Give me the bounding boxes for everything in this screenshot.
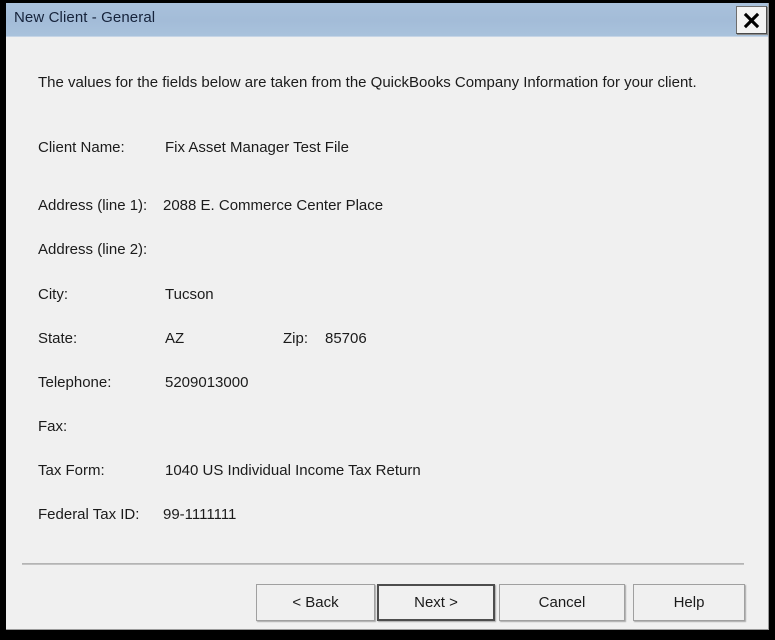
field-row-telephone: Telephone: 5209013000 [38, 374, 738, 394]
label-client-name: Client Name: [38, 139, 125, 156]
field-row-client-name: Client Name: Fix Asset Manager Test File [38, 139, 738, 159]
label-address-line-2: Address (line 2): [38, 241, 148, 258]
value-address-line-1: 2088 E. Commerce Center Place [163, 197, 384, 214]
dialog-titlebar[interactable]: New Client - General [6, 3, 768, 37]
close-icon [737, 7, 766, 33]
back-button[interactable]: < Back [256, 584, 375, 621]
value-federal-tax-id: 99-1111111 [163, 506, 237, 523]
label-state: State: [38, 330, 78, 347]
dialog-content: The values for the fields below are take… [6, 37, 768, 629]
label-zip: Zip: [283, 330, 309, 347]
field-row-fax: Fax: [38, 418, 738, 438]
help-button[interactable]: Help [633, 584, 745, 621]
field-row-address-line-1: Address (line 1): 2088 E. Commerce Cente… [38, 197, 738, 217]
field-row-city: City: Tucson [38, 286, 738, 306]
horizontal-separator [22, 563, 744, 565]
label-city: City: [38, 286, 68, 303]
value-city: Tucson [165, 286, 214, 303]
value-state: AZ [165, 330, 185, 347]
close-button[interactable] [736, 6, 767, 34]
value-zip: 85706 [325, 330, 367, 347]
field-row-address-line-2: Address (line 2): [38, 241, 738, 261]
next-button[interactable]: Next > [377, 584, 495, 621]
value-client-name: Fix Asset Manager Test File [165, 139, 349, 156]
field-row-state-zip: State: AZ Zip: 85706 [38, 330, 738, 350]
screen: New Client - General The values for the … [0, 0, 775, 640]
cancel-button[interactable]: Cancel [499, 584, 625, 621]
value-tax-form: 1040 US Individual Income Tax Return [165, 462, 421, 479]
label-address-line-1: Address (line 1): [38, 197, 148, 214]
dialog-title: New Client - General [14, 9, 156, 26]
new-client-dialog: New Client - General The values for the … [6, 3, 769, 630]
value-telephone: 5209013000 [165, 374, 249, 391]
label-fax: Fax: [38, 418, 68, 435]
label-federal-tax-id: Federal Tax ID: [38, 506, 140, 523]
label-telephone: Telephone: [38, 374, 112, 391]
field-row-federal-tax-id: Federal Tax ID: 99-1111111 [38, 506, 738, 526]
field-row-tax-form: Tax Form: 1040 US Individual Income Tax … [38, 462, 738, 482]
dialog-button-bar: < Back Next > Cancel Help [6, 584, 768, 629]
label-tax-form: Tax Form: [38, 462, 105, 479]
intro-text: The values for the fields below are take… [38, 74, 697, 91]
